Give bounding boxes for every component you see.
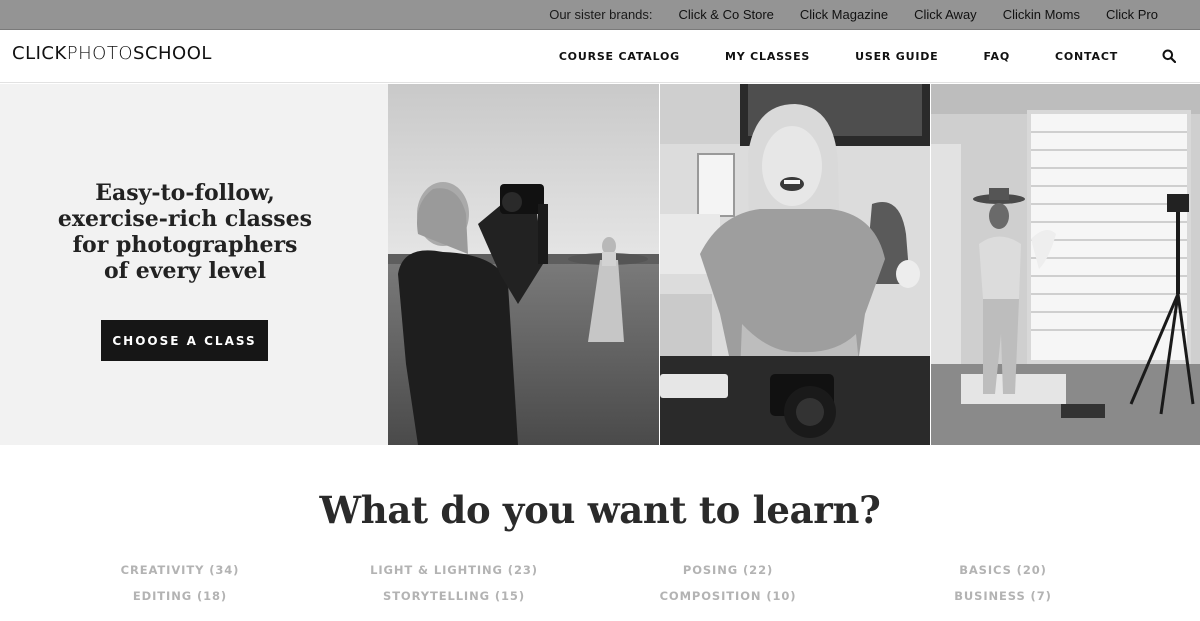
brand-link-click-magazine[interactable]: Click Magazine — [800, 7, 888, 22]
sister-brands-bar: Our sister brands: Click & Co Store Clic… — [0, 0, 1200, 30]
hero-intro-panel: Easy-to-follow, exercise-rich classes fo… — [0, 84, 388, 445]
hero-photo-field-photographer — [388, 84, 659, 445]
choose-a-class-button[interactable]: CHOOSE A CLASS — [101, 320, 268, 361]
hero-photo-posing-session — [931, 84, 1200, 445]
logo-part-school: SCHOOL — [133, 43, 212, 64]
brand-link-click-pro[interactable]: Click Pro — [1106, 7, 1158, 22]
category-link-light-lighting[interactable]: LIGHT & LIGHTING (23) — [370, 563, 538, 577]
main-nav: COURSE CATALOG MY CLASSES USER GUIDE FAQ… — [559, 30, 1178, 83]
hero-tagline-line: exercise-rich classes — [57, 206, 313, 232]
brand-link-clickin-moms[interactable]: Clickin Moms — [1003, 7, 1080, 22]
category-link-storytelling[interactable]: STORYTELLING (15) — [383, 589, 525, 603]
category-list: CREATIVITY (34) LIGHT & LIGHTING (23) PO… — [0, 561, 1200, 611]
hero-section: Easy-to-follow, exercise-rich classes fo… — [0, 84, 1200, 445]
nav-my-classes[interactable]: MY CLASSES — [725, 50, 810, 63]
brand-link-click-away[interactable]: Click Away — [914, 7, 977, 22]
category-link-editing[interactable]: EDITING (18) — [133, 589, 227, 603]
sister-brands-label: Our sister brands: — [549, 7, 653, 22]
hero-tagline-line: of every level — [103, 258, 267, 284]
nav-faq[interactable]: FAQ — [984, 50, 1011, 63]
site-header: CLICKPHOTOSCHOOL COURSE CATALOG MY CLASS… — [0, 30, 1200, 83]
brand-link-click-co-store[interactable]: Click & Co Store — [679, 7, 774, 22]
category-link-composition[interactable]: COMPOSITION (10) — [660, 589, 797, 603]
nav-course-catalog[interactable]: COURSE CATALOG — [559, 50, 680, 63]
nav-user-guide[interactable]: USER GUIDE — [855, 50, 938, 63]
category-link-basics[interactable]: BASICS (20) — [959, 563, 1047, 577]
nav-contact[interactable]: CONTACT — [1055, 50, 1118, 63]
logo-part-photo: PHOTO — [66, 43, 134, 64]
hero-tagline-line: Easy-to-follow, — [95, 180, 275, 206]
learn-section-title: What do you want to learn? — [319, 488, 881, 532]
category-link-creativity[interactable]: CREATIVITY (34) — [121, 563, 240, 577]
site-logo[interactable]: CLICKPHOTOSCHOOL — [12, 43, 212, 64]
search-icon[interactable] — [1162, 49, 1178, 65]
category-link-posing[interactable]: POSING (22) — [683, 563, 773, 577]
logo-part-click: CLICK — [12, 43, 67, 64]
hero-tagline-line: for photographers — [72, 232, 298, 258]
hero-photo-instructor-at-desk — [660, 84, 930, 445]
category-link-business[interactable]: BUSINESS (7) — [954, 589, 1052, 603]
hero-tagline: Easy-to-follow, exercise-rich classes fo… — [40, 180, 330, 284]
